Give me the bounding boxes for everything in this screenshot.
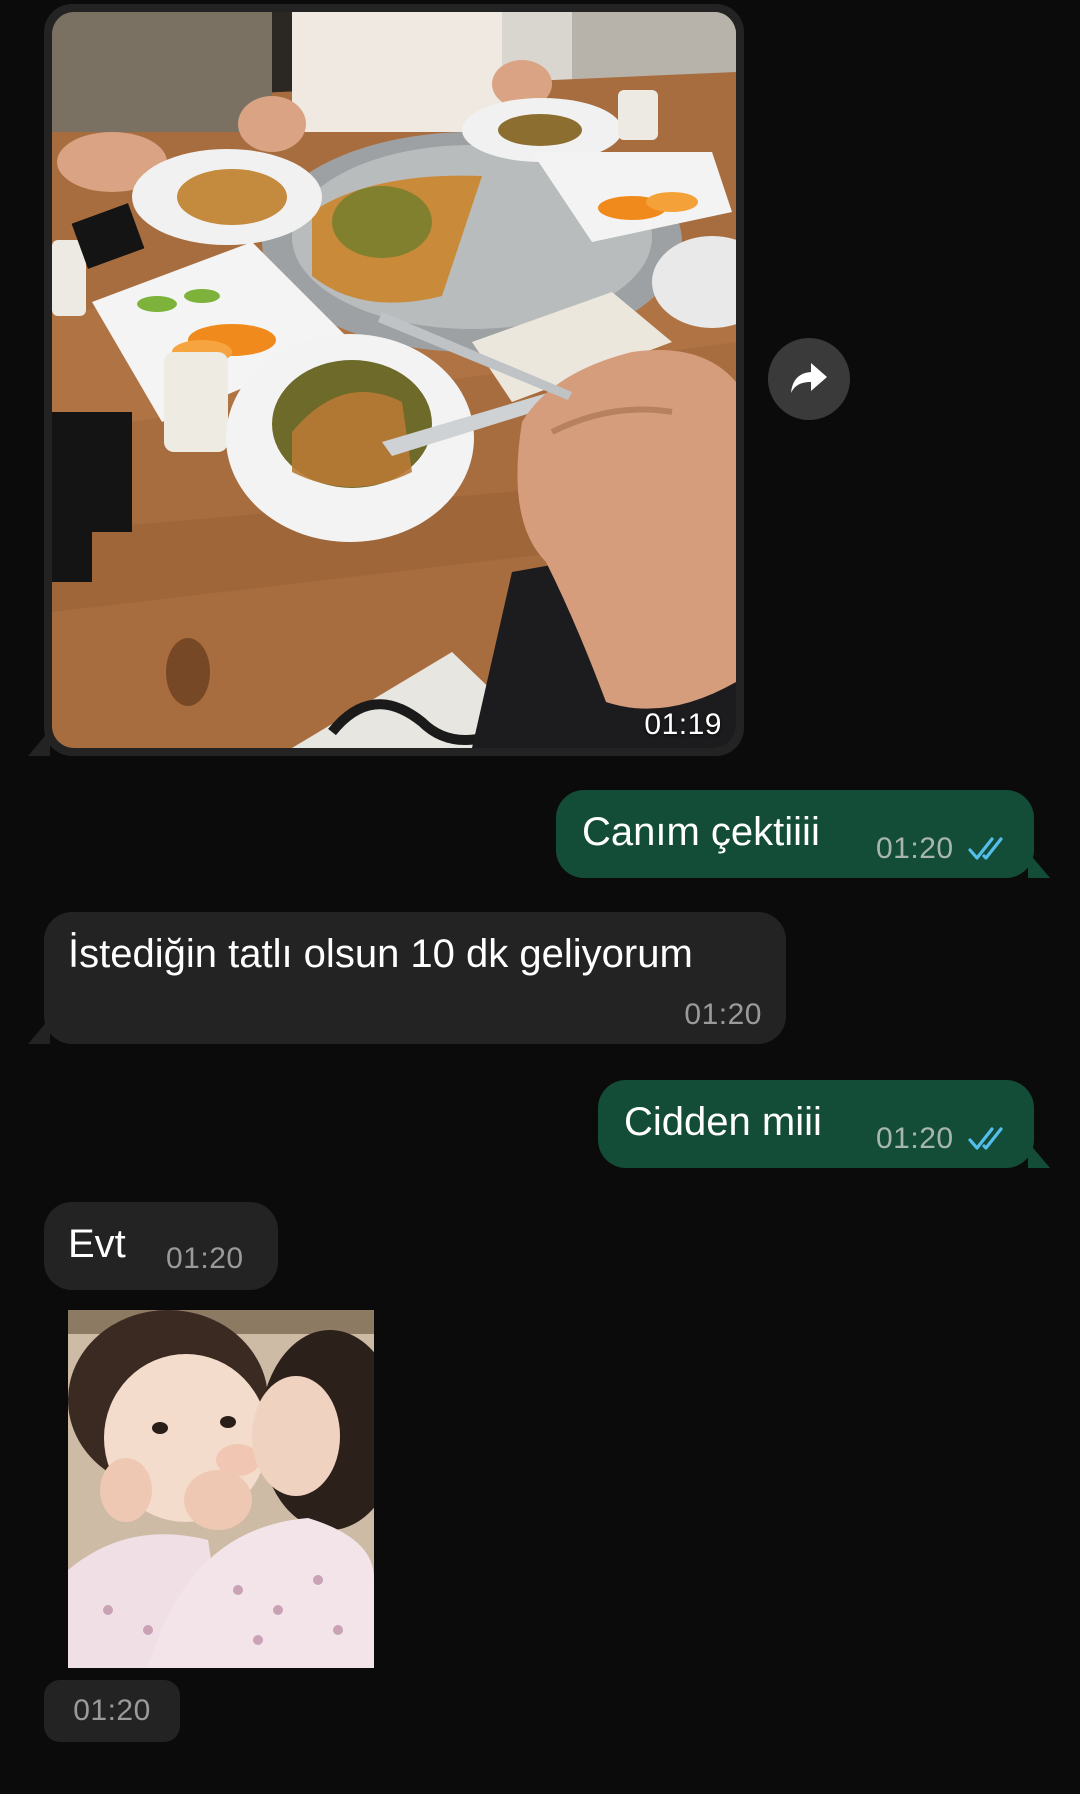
forward-button[interactable] [768, 338, 850, 420]
bubble-tail [28, 730, 50, 756]
bubble-tail [1028, 1142, 1050, 1168]
bubble-tail [28, 1018, 50, 1044]
food-photo[interactable] [52, 12, 736, 748]
message-time: 01:20 [166, 1242, 244, 1275]
outgoing-message[interactable]: Cidden miii 01:20 [598, 1080, 1034, 1168]
message-text: Canım çektiiii [582, 810, 820, 854]
incoming-photo-message[interactable]: 01:19 [44, 4, 744, 756]
message-time: 01:20 [876, 832, 954, 865]
incoming-message[interactable]: İstediğin tatlı olsun 10 dk geliyorum 01… [44, 912, 786, 1044]
double-check-icon [968, 1127, 1003, 1150]
outgoing-message[interactable]: Canım çektiiii 01:20 [556, 790, 1034, 878]
message-time: 01:20 [876, 1122, 954, 1155]
double-check-icon [968, 837, 1003, 860]
incoming-message[interactable]: Evt 01:20 [44, 1202, 278, 1290]
message-time: 01:20 [684, 998, 762, 1031]
message-text: Cidden miii [624, 1100, 822, 1144]
message-time: 01:20 [44, 1680, 180, 1742]
message-text: İstediğin tatlı olsun 10 dk geliyorum [68, 932, 693, 976]
forward-arrow-icon [791, 363, 827, 393]
bubble-tail [1028, 852, 1050, 878]
message-text: Evt [68, 1222, 126, 1266]
message-time: 01:19 [644, 708, 722, 741]
sticker-image[interactable] [68, 1310, 374, 1668]
